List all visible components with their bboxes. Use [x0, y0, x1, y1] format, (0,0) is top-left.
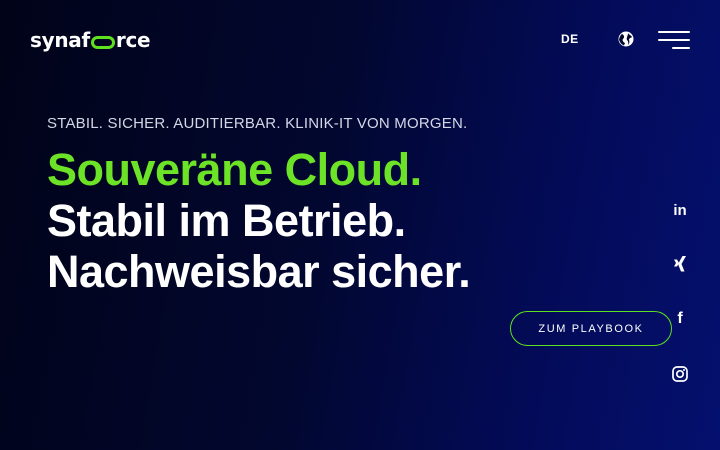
facebook-icon[interactable]: f: [670, 309, 690, 329]
playbook-cta-button[interactable]: ZUM PLAYBOOK: [510, 311, 672, 346]
logo-text-prefix: synaf: [30, 28, 90, 52]
menu-bar-middle: [658, 39, 690, 41]
headline-line-3: Nachweisbar sicher.: [47, 246, 471, 297]
headline-line-2: Stabil im Betrieb.: [47, 195, 406, 246]
menu-bar-bottom: [672, 47, 690, 49]
hero-headline: Souveräne Cloud. Stabil im Betrieb. Nach…: [47, 144, 471, 297]
headline-line-1: Souveräne Cloud.: [47, 144, 422, 195]
hamburger-menu-icon[interactable]: [656, 29, 692, 51]
linkedin-icon[interactable]: in: [670, 200, 690, 220]
synaforce-logo[interactable]: synaf rce: [30, 28, 151, 52]
logo-text-suffix: rce: [115, 28, 151, 52]
hero-tagline: STABIL. SICHER. AUDITIERBAR. KLINIK-IT V…: [47, 115, 468, 132]
instagram-icon[interactable]: [670, 364, 690, 384]
language-switcher[interactable]: DE: [561, 32, 579, 46]
globe-icon[interactable]: [617, 30, 635, 48]
menu-bar-top: [658, 31, 690, 33]
xing-icon[interactable]: [670, 254, 690, 274]
logo-ring-mark: [90, 35, 115, 49]
